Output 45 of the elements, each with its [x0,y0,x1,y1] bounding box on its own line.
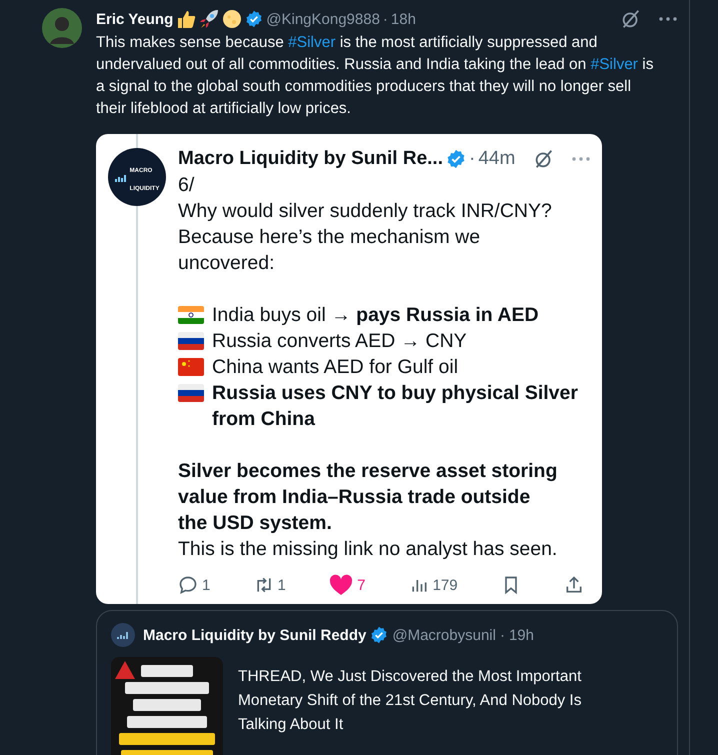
list-item-text: China wants AED for Gulf oil [212,355,458,380]
separator: · [468,148,476,170]
thumbs-up-icon [176,9,196,29]
quoted-post[interactable]: Macro Liquidity by Sunil Reddy @Macrobysunil · 19h THREAD, We Just Discovered the Most Important Monetary Shift of the 21st Century, And Nobody Is Talking About It [96,610,678,755]
reply-icon [178,575,198,595]
author-name: Macro Liquidity by Sunil Re... [178,148,443,170]
list-item-text: Russia converts AED → CNY [212,329,467,354]
more-icon[interactable] [659,16,677,22]
grok-icon[interactable] [533,148,555,170]
quoted-post-text: THREAD, We Just Discovered the Most Important Monetary Shift of the 21st Century, And Nobody Is Talking About It [238,667,582,735]
list-item-text: India buys oil → pays Russia in AED [212,303,539,328]
grok-icon[interactable] [620,8,642,30]
moon-icon [222,9,242,29]
author-handle[interactable]: @Macrobysunil [392,626,496,644]
flag-icon [178,306,204,324]
avatar [111,623,135,647]
post-text: Silver becomes the reserve asset storing value from India–Russia trade outside the USD system. [178,459,558,536]
author-name[interactable]: Eric Yeung [96,10,174,28]
timestamp[interactable]: 19h [508,626,534,644]
list-item-text: Russia uses CNY to buy physical Silver from China [212,381,579,432]
chart-bars-icon [114,172,127,182]
flag-icon [178,384,204,402]
like-button[interactable]: 7 [329,574,366,596]
rocket-icon [199,9,220,29]
timestamp: 44m [478,148,516,170]
author-name[interactable]: Macro Liquidity by Sunil Reddy [143,626,366,644]
flag-icon [178,332,204,350]
post-text: Why would silver suddenly track INR/CNY? Because here’s the mechanism we uncovered: [178,199,553,276]
post-text: 6/ [178,173,196,198]
hashtag-link[interactable]: #Silver [590,56,638,73]
heart-icon [329,574,354,596]
author-handle[interactable]: @KingKong9888 [266,10,380,28]
flag-icon [178,358,204,376]
separator: · [382,10,388,28]
views-button[interactable]: 179 [408,575,458,595]
hashtag-link[interactable]: #Silver [288,34,336,51]
reply-button[interactable]: 1 [178,575,210,595]
avatar[interactable] [42,8,82,48]
tweet-text: This makes sense because #Silver is the most artificially suppressed and undervalued out of all commodities. Russia and India taking the lead on #Silver is a signal to the global south commodities producers that they will no longer sell their lifeblood at artificially low prices. [96,33,654,119]
share-button[interactable] [564,575,584,595]
share-icon [564,575,584,595]
post-text: This is the missing link no analyst has seen. [178,537,558,562]
retweet-button[interactable]: 1 [254,575,286,595]
separator: · [500,626,505,644]
timestamp[interactable]: 18h [390,10,416,28]
